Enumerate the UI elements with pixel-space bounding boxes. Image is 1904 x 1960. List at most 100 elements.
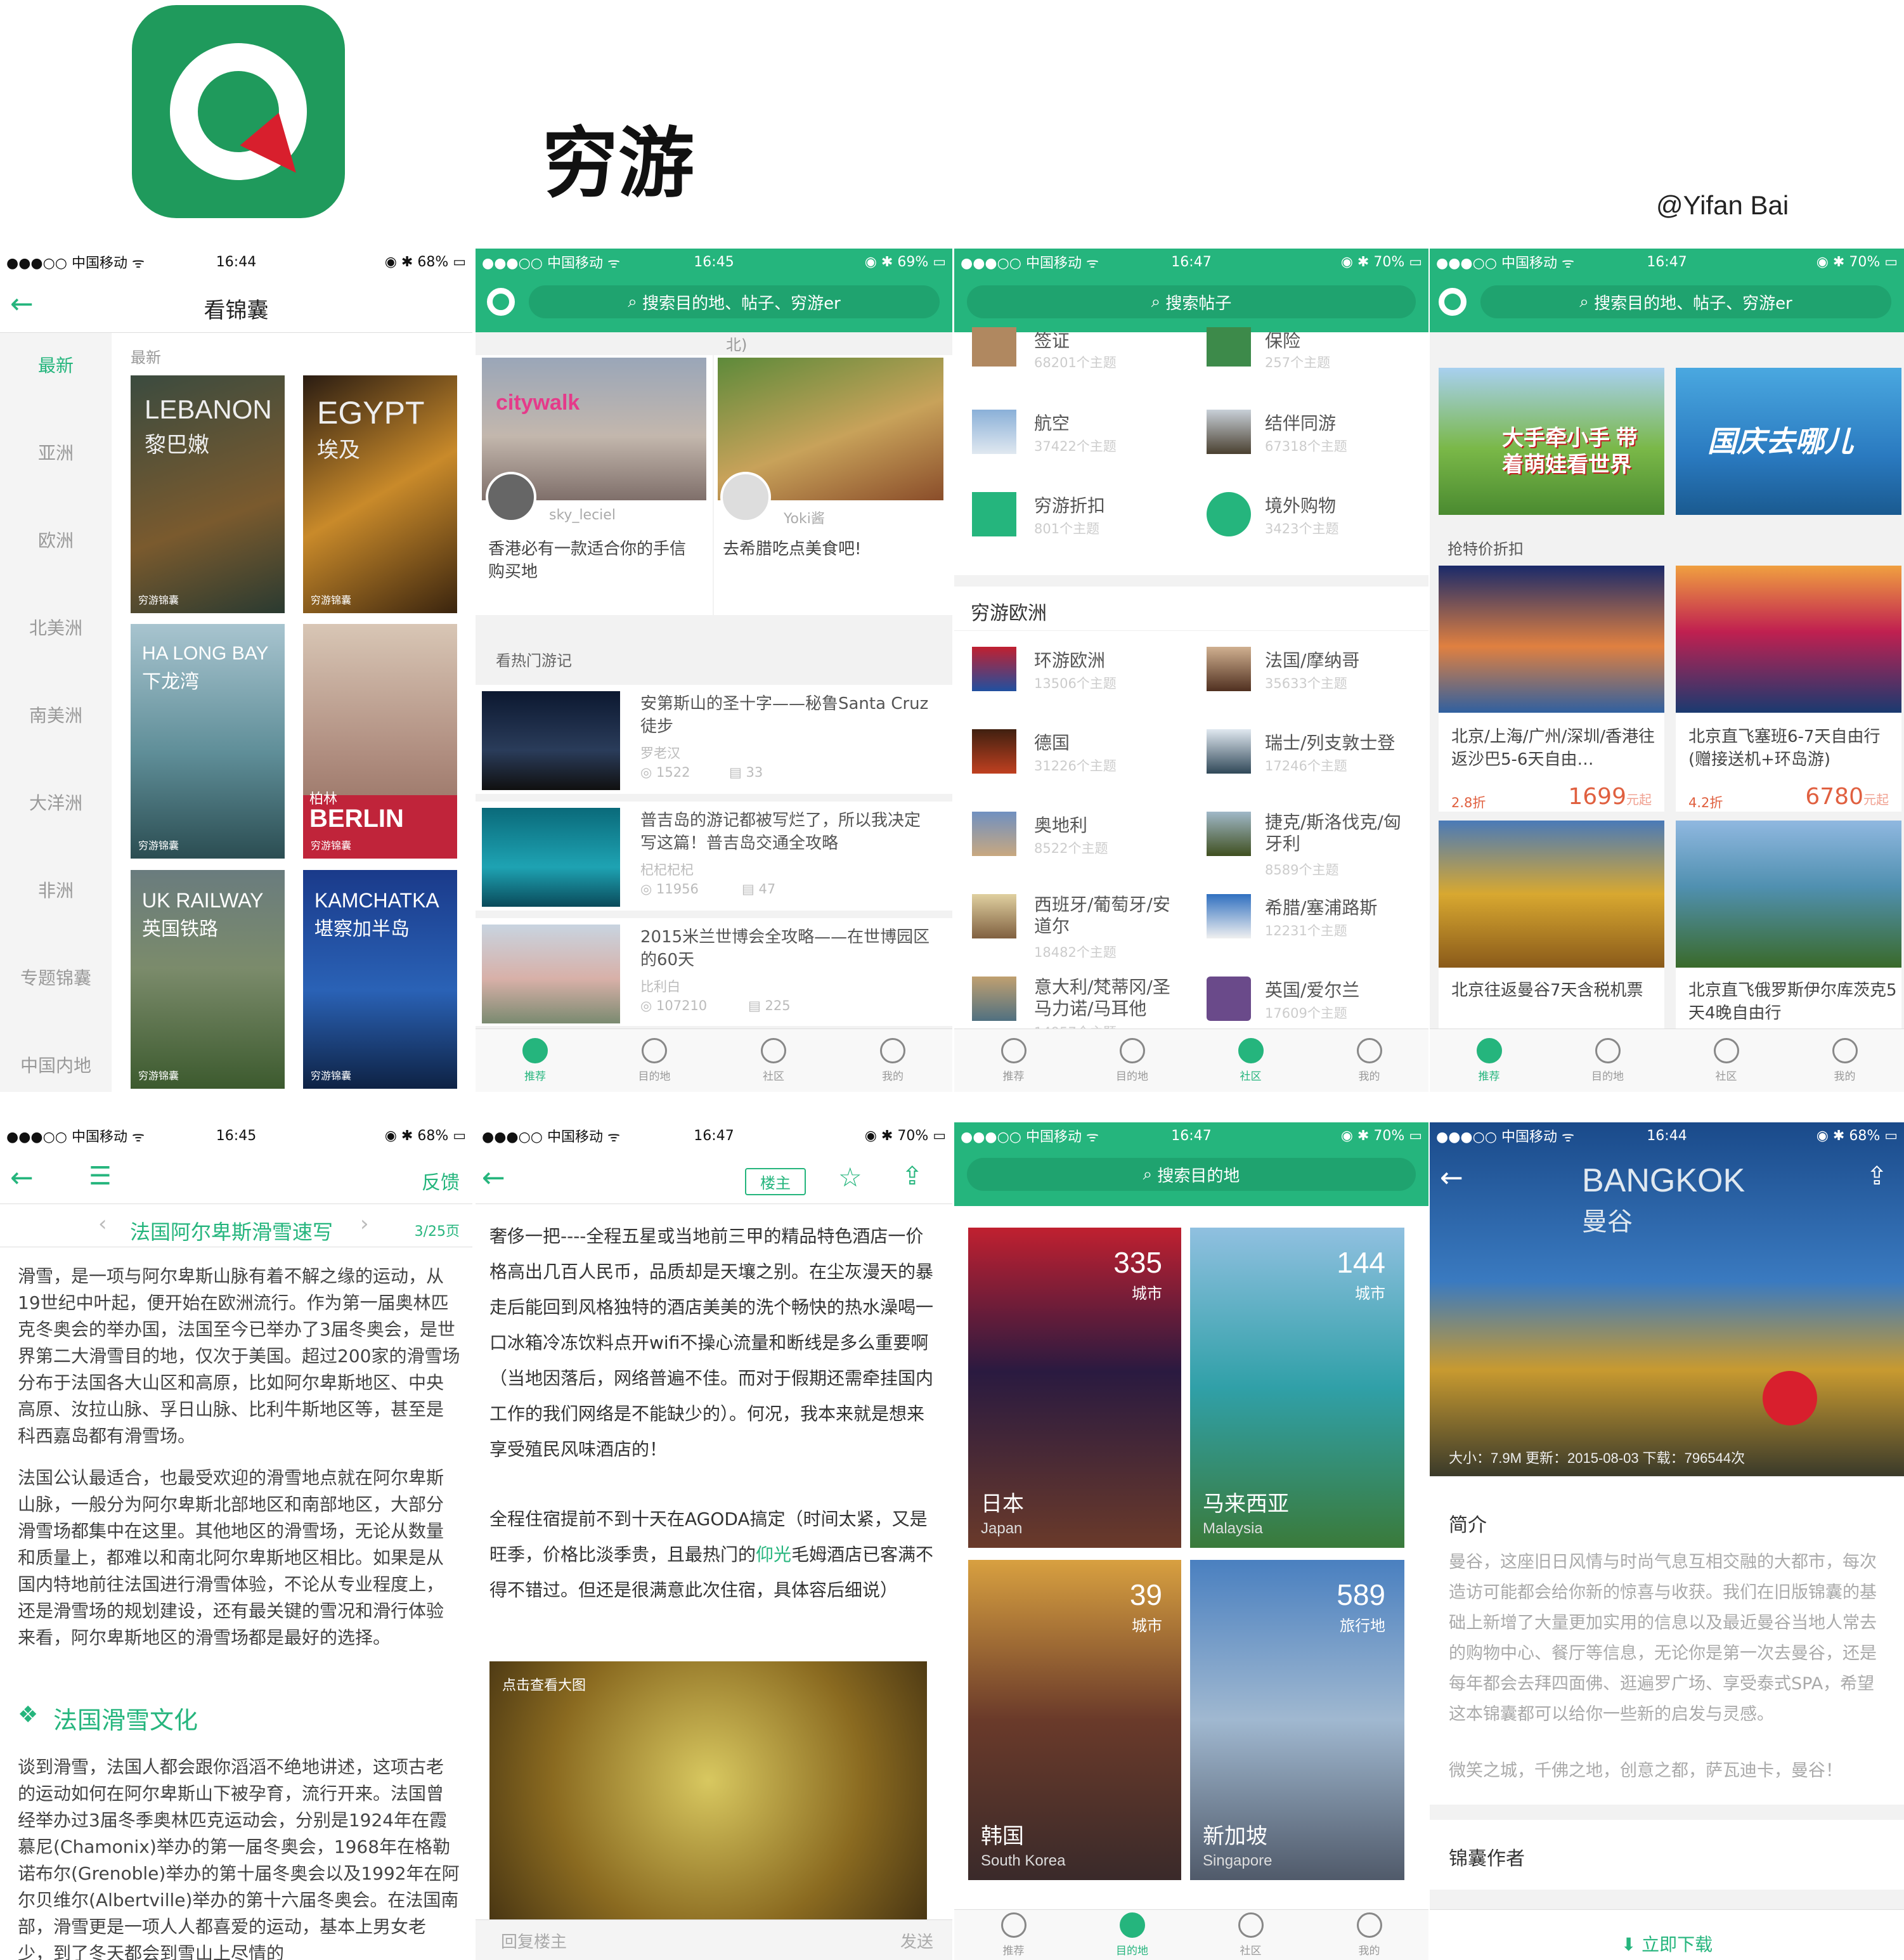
topic-item[interactable]: 签证 68201个主题 (967, 327, 1195, 372)
search-bar[interactable]: ⌕ 搜索帖子 (967, 285, 1416, 318)
tab-recommend[interactable]: 推荐 (954, 1910, 1073, 1960)
note-row[interactable]: 安第斯山的圣十字——秘鲁Santa Cruz徒步 罗老汉 ◎ 1522 ▤ 33 (476, 685, 952, 794)
post-banner: citywalk (496, 391, 580, 415)
note-row[interactable]: 普吉岛的游记都被写烂了，所以我决定写这篇！普吉岛交通全攻略 杞杞杞杞 ◎ 119… (476, 802, 952, 911)
forum-item[interactable]: 环游欧洲 13506个主题 (967, 647, 1195, 704)
deal-card[interactable]: 北京/上海/广州/深圳/香港往返沙巴5-6天自由… 2.8折 1699元起 (1439, 566, 1664, 812)
tab-recommend[interactable]: 推荐 (1430, 1029, 1548, 1092)
guide-card[interactable]: UK RAILWAY 英国铁路 穷游锦囊 (131, 870, 285, 1089)
destination-card[interactable]: 39 城市 韩国 South Korea (968, 1560, 1181, 1880)
guide-card[interactable]: LEBANON 黎巴嫩 穷游锦囊 (131, 375, 285, 613)
forum-item[interactable]: 捷克/斯洛伐克/匈牙利 8589个主题 (1201, 812, 1423, 881)
tab-recommend[interactable]: 推荐 (476, 1029, 595, 1092)
post-username[interactable]: Yoki酱 (784, 507, 825, 528)
paragraph: 法国公认最适合，也最受欢迎的滑雪地点就在阿尔卑斯山脉，一般分为阿尔卑斯北部地区和… (18, 1467, 444, 1648)
send-button[interactable]: 发送 (900, 1929, 933, 1952)
sidebar-item-latest[interactable]: 最新 (0, 352, 112, 377)
share-icon[interactable]: ⇪ (1866, 1162, 1888, 1191)
deal-card[interactable]: 北京往返曼谷7天含税机票 (1439, 821, 1664, 1030)
app-logo-icon[interactable] (1439, 288, 1467, 316)
diamond-icon: ❖ (18, 1702, 39, 1728)
destination-card[interactable]: 144 城市 马来西亚 Malaysia (1190, 1228, 1404, 1548)
destination-card[interactable]: 589 旅行地 新加坡 Singapore (1190, 1560, 1404, 1880)
forum-item[interactable]: 意大利/梵蒂冈/圣马力诺/马耳他14957个主题 (967, 977, 1195, 1040)
topic-item[interactable]: 境外购物 3423个主题 (1201, 492, 1423, 543)
status-time: 16:44 (216, 254, 257, 270)
search-bar[interactable]: ⌕ 搜索目的地 (967, 1158, 1416, 1191)
tab-me[interactable]: 我的 (1310, 1910, 1428, 1960)
tab-destination[interactable]: 目的地 (1073, 1910, 1191, 1960)
search-bar[interactable]: ⌕ 搜索目的地、帖子、穷游er (529, 285, 940, 318)
tab-destination[interactable]: 目的地 (1548, 1029, 1667, 1092)
forum-item[interactable]: 德国 31226个主题 (967, 729, 1195, 786)
back-arrow-icon[interactable]: ← (482, 1162, 505, 1194)
sidebar-item-africa[interactable]: 非洲 (0, 877, 112, 902)
guide-card[interactable]: HA LONG BAY 下龙湾 穷游锦囊 (131, 624, 285, 859)
next-chapter-icon[interactable]: › (360, 1211, 369, 1236)
status-battery: ◉ ✱ 70% ▭ (864, 1127, 946, 1144)
guide-card[interactable]: 柏林 BERLIN 穷游锦囊 (303, 624, 457, 859)
sidebar-item-oceania[interactable]: 大洋洲 (0, 789, 112, 815)
tab-community[interactable]: 社区 (714, 1029, 833, 1092)
destination-card[interactable]: 335 城市 日本 Japan (968, 1228, 1181, 1548)
discount-icon (972, 492, 1016, 536)
topic-item[interactable]: 保险 257个主题 (1201, 327, 1423, 372)
post-card[interactable]: Yoki酱 去希腊吃点美食吧! (714, 355, 952, 615)
avatar[interactable] (720, 472, 771, 522)
post-card[interactable]: citywalk sky_leciel 香港必有一款适合你的手信购买地 (476, 355, 713, 615)
tab-community[interactable]: 社区 (1191, 1910, 1310, 1960)
prev-chapter-icon[interactable]: ‹ (98, 1211, 107, 1236)
avatar[interactable] (486, 472, 536, 522)
sidebar-item-north-america[interactable]: 北美洲 (0, 614, 112, 640)
sidebar-item-asia[interactable]: 亚洲 (0, 439, 112, 465)
deal-card[interactable]: 北京直飞塞班6-7天自由行(赠接送机+环岛游) 4.2折 6780元起 (1676, 566, 1901, 812)
sidebar-item-south-america[interactable]: 南美洲 (0, 702, 112, 727)
user-icon (1832, 1038, 1858, 1063)
download-button[interactable]: ⬇ 立即下载 (1430, 1931, 1904, 1956)
star-icon[interactable]: ☆ (838, 1162, 862, 1193)
view-large-image[interactable]: 点击查看大图 (502, 1674, 586, 1694)
forum-item[interactable]: 希腊/塞浦路斯 12231个主题 (1201, 894, 1423, 951)
feedback-button[interactable]: 反馈 (422, 1167, 460, 1195)
reply-input[interactable]: 回复楼主 (501, 1929, 567, 1952)
topic-item[interactable]: 结伴同游 67318个主题 (1201, 410, 1423, 460)
sidebar-item-europe[interactable]: 欧洲 (0, 527, 112, 552)
tab-destination[interactable]: 目的地 (595, 1029, 714, 1092)
toc-list-icon[interactable]: ☰ (89, 1162, 112, 1191)
post-image[interactable]: 点击查看大图 (489, 1661, 927, 1959)
note-row[interactable]: 2015米兰世博会全攻略——在世博园区的60天 比利白 ◎ 107210 ▤ 2… (476, 918, 952, 1026)
tab-recommend[interactable]: 推荐 (954, 1029, 1073, 1092)
place-link[interactable]: 仰光 (756, 1544, 791, 1565)
tab-destination[interactable]: 目的地 (1073, 1029, 1191, 1092)
search-bar[interactable]: ⌕ 搜索目的地、帖子、穷游er (1480, 285, 1891, 318)
forum-item[interactable]: 西班牙/葡萄牙/安道尔 18482个主题 (967, 894, 1195, 964)
share-icon[interactable]: ⇪ (902, 1162, 923, 1191)
back-arrow-icon[interactable]: ← (1440, 1162, 1463, 1194)
tab-community[interactable]: 社区 (1191, 1029, 1310, 1092)
back-arrow-icon[interactable]: ← (10, 1162, 34, 1194)
tab-me[interactable]: 我的 (1310, 1029, 1428, 1092)
tab-label: 我的 (1834, 1070, 1856, 1083)
app-logo-icon[interactable] (487, 288, 515, 316)
forum-item[interactable]: 英国/爱尔兰 17609个主题 (1201, 977, 1423, 1034)
forum-item[interactable]: 奥地利 8522个主题 (967, 812, 1195, 869)
forum-item[interactable]: 瑞士/列支敦士登 17246个主题 (1201, 729, 1423, 786)
promo-banner[interactable]: 国庆去哪儿 (1676, 368, 1901, 515)
guide-card[interactable]: KAMCHATKA 堪察加半岛 穷游锦囊 (303, 870, 457, 1089)
sidebar-item-china[interactable]: 中国内地 (0, 1052, 112, 1077)
sidebar-item-topics[interactable]: 专题锦囊 (0, 964, 112, 990)
forum-item[interactable]: 法国/摩纳哥 35633个主题 (1201, 647, 1423, 704)
guide-title-en: BERLIN (309, 805, 404, 833)
topic-item[interactable]: 航空 37422个主题 (967, 410, 1195, 460)
note-views: ◎ 1522 (640, 765, 690, 780)
tab-me[interactable]: 我的 (833, 1029, 952, 1092)
deal-card[interactable]: 北京直飞俄罗斯伊尔库茨克5天4晚自由行 (1676, 821, 1901, 1030)
post-username[interactable]: sky_leciel (549, 507, 616, 523)
tab-community[interactable]: 社区 (1667, 1029, 1785, 1092)
topic-item[interactable]: 穷游折扣 801个主题 (967, 492, 1195, 543)
promo-banner[interactable]: 大手牵小手 带着萌娃看世界 (1439, 368, 1664, 515)
deal-price: 6780 (1805, 784, 1863, 810)
tab-me[interactable]: 我的 (1785, 1029, 1904, 1092)
guide-card[interactable]: EGYPT 埃及 穷游锦囊 (303, 375, 457, 613)
owner-filter-button[interactable]: 楼主 (745, 1168, 806, 1195)
